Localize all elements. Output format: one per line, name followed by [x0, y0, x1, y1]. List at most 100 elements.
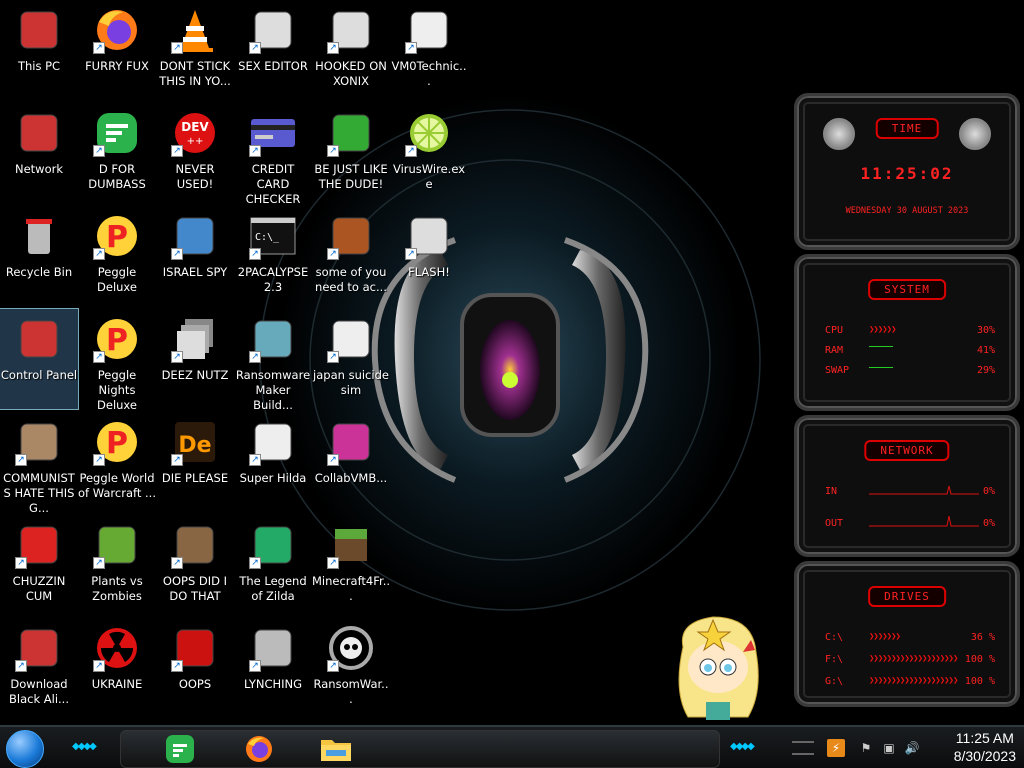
- desktop-icon-dont-stick-this-in-yo[interactable]: ↗ DONT STICK THIS IN YO...: [156, 0, 234, 100]
- spy-icon: ↗: [171, 212, 219, 260]
- desktop-icon-label: Peggle Deluxe: [97, 265, 137, 294]
- desktop-icon-israel-spy[interactable]: ↗ ISRAEL SPY: [156, 206, 234, 306]
- desktop-icon-label: Peggle Nights Deluxe: [97, 368, 137, 412]
- zelda-icon: ↗: [249, 521, 297, 569]
- desktop-icon-label: Minecraft4Fr...: [312, 574, 391, 603]
- time-gadget[interactable]: TIME 11:25:02 WEDNESDAY 30 AUGUST 2023: [794, 93, 1020, 250]
- show-hidden-icons-icon[interactable]: [792, 741, 814, 755]
- taskbar-firefox-app[interactable]: [241, 732, 277, 766]
- taskbar-file-explorer-app[interactable]: [318, 732, 354, 766]
- drive-f-label: F:\: [825, 653, 844, 665]
- desktop-icon-2pacalypse-2-3[interactable]: C:\_ ↗ 2PACALYPSE 2.3: [234, 206, 312, 306]
- taskbar-clock[interactable]: 11:25 AM 8/30/2023: [954, 729, 1016, 765]
- desktop-icon-hooked-on-xonix[interactable]: ↗ HOOKED ON XONIX: [312, 0, 390, 100]
- desktop-icon-label: LYNCHING: [243, 677, 303, 691]
- system-title: SYSTEM: [868, 279, 946, 300]
- desktop-icon-communists-hate-this-g[interactable]: ↗ COMMUNISTS HATE THIS G...: [0, 412, 78, 515]
- desktop-icon-recycle-bin[interactable]: Recycle Bin: [0, 206, 78, 306]
- desktop-icon-ransomwar[interactable]: ↗ RansomWar...: [312, 618, 390, 718]
- desktop-icon-lynching[interactable]: ↗ LYNCHING: [234, 618, 312, 718]
- desktop-icon-d-for-dumbass[interactable]: ↗ D FOR DUMBASS: [78, 103, 156, 203]
- desktop-icon-label: This PC: [17, 59, 61, 73]
- tray-volume-icon[interactable]: 🔊: [903, 739, 921, 757]
- desktop-icon-flash[interactable]: ↗ FLASH!: [390, 206, 468, 306]
- desktop-icon-super-hilda[interactable]: ↗ Super Hilda: [234, 412, 312, 512]
- text-icon: ↗: [327, 315, 375, 363]
- desktop-icon-label: Download Black Ali...: [9, 677, 69, 706]
- system-row-cpu: CPU ❯❯❯❯❯❯ 30%: [825, 323, 995, 337]
- green-icon: ↗: [93, 109, 141, 157]
- desktop-icon-ukraine[interactable]: ↗ UKRAINE: [78, 618, 156, 718]
- desktop-icon-be-just-like-the-dude[interactable]: ↗ BE JUST LIKE THE DUDE!: [312, 103, 390, 203]
- shortcut-arrow-icon: ↗: [327, 454, 339, 466]
- chuz-icon: ↗: [15, 521, 63, 569]
- desktop-icon-label: HOOKED ON XONIX: [315, 59, 387, 88]
- desktop[interactable]: This PC ↗ FURRY FUX ↗ DONT STICK THIS IN YO.…: [0, 0, 1024, 725]
- svg-text:C:\_: C:\_: [255, 232, 280, 243]
- desktop-icon-japan-suicide-sim[interactable]: ↗ japan suicide sim: [312, 309, 390, 409]
- desktop-icon-control-panel[interactable]: Control Panel: [0, 308, 79, 410]
- pink-icon: ↗: [327, 418, 375, 466]
- skull-icon: ↗: [327, 624, 375, 672]
- desktop-icon-ransomware-maker-build[interactable]: ↗ Ransomware Maker Build...: [234, 309, 312, 412]
- network-in-graph: [869, 485, 979, 495]
- shortcut-arrow-icon: ↗: [15, 557, 27, 569]
- xonix-icon: ↗: [327, 6, 375, 54]
- desktop-icon-credit-card-checker[interactable]: ↗ CREDIT CARD CHECKER: [234, 103, 312, 206]
- desktop-icon-minecraft4fr[interactable]: ↗ Minecraft4Fr...: [312, 515, 390, 615]
- desktop-icon-this-pc[interactable]: This PC: [0, 0, 78, 100]
- drive-row-c: C:\ ❯❯❯❯❯❯❯ 36 %: [825, 630, 995, 644]
- system-gadget[interactable]: SYSTEM CPU ❯❯❯❯❯❯ 30% RAM 41% SWAP 29%: [794, 254, 1020, 411]
- cmd-icon: C:\_ ↗: [249, 212, 297, 260]
- pixel-icon: ↗: [249, 418, 297, 466]
- dev-icon: DEV ++ ↗: [171, 109, 219, 157]
- shortcut-arrow-icon: ↗: [405, 248, 417, 260]
- desktop-icon-label: UKRAINE: [91, 677, 143, 691]
- system-ram-label: RAM: [825, 344, 844, 356]
- desktop-icon-furry-fux[interactable]: ↗ FURRY FUX: [78, 0, 156, 100]
- drives-gadget[interactable]: DRIVES C:\ ❯❯❯❯❯❯❯ 36 % F:\ ❯❯❯❯❯❯❯❯❯❯❯❯…: [794, 561, 1020, 707]
- network-gadget[interactable]: NETWORK IN 0% OUT 0%: [794, 415, 1020, 557]
- desktop-icon-never-used[interactable]: DEV ++ ↗ NEVER USED!: [156, 103, 234, 203]
- desktop-icon-collabvmb[interactable]: ↗ CollabVMB...: [312, 412, 390, 512]
- drive-g-bar: ❯❯❯❯❯❯❯❯❯❯❯❯❯❯❯❯❯❯❯❯: [869, 676, 958, 686]
- alien-icon: [959, 118, 991, 150]
- desktop-icon-die-please[interactable]: De ↗ DIE PLEASE: [156, 412, 234, 512]
- desktop-icon-label: CHUZZIN CUM: [12, 574, 66, 603]
- desktop-icon-download-black-ali[interactable]: ↗ Download Black Ali...: [0, 618, 78, 718]
- shortcut-arrow-icon: ↗: [249, 145, 261, 157]
- desktop-icon-network[interactable]: Network: [0, 103, 78, 203]
- desktop-icon-some-of-you-need-to-ac[interactable]: ↗ some of you need to ac...: [312, 206, 390, 306]
- desktop-icon-peggle-deluxe[interactable]: P ↗ Peggle Deluxe: [78, 206, 156, 306]
- taskbar-feedly-app[interactable]: [162, 732, 198, 766]
- desktop-icon-peggle-world-of-warcraft[interactable]: P ↗ Peggle World of Warcraft ...: [78, 412, 156, 512]
- desktop-icon-oops-did-i-do-that[interactable]: ↗ OOPS DID I DO THAT: [156, 515, 234, 615]
- desktop-icon-label: CollabVMB...: [314, 471, 388, 485]
- start-button[interactable]: [6, 730, 44, 768]
- desktop-icon-oops[interactable]: ↗ OOPS: [156, 618, 234, 718]
- shortcut-arrow-icon: ↗: [93, 145, 105, 157]
- tray-network-icon[interactable]: ▣: [880, 739, 898, 757]
- oops-icon: ↗: [171, 624, 219, 672]
- desktop-icon-vm0technic[interactable]: ↗ VM0Technic...: [390, 0, 468, 100]
- desktop-icon-chuzzin-cum[interactable]: ↗ CHUZZIN CUM: [0, 515, 78, 615]
- desktop-icon-the-legend-of-zilda[interactable]: ↗ The Legend of Zilda: [234, 515, 312, 615]
- drive-f-value: 100 %: [964, 653, 995, 665]
- system-swap-value: 29%: [976, 364, 995, 376]
- svg-text:DEV: DEV: [181, 120, 209, 134]
- desktop-icon-label: Peggle World of Warcraft ...: [78, 471, 156, 500]
- desktop-icon-deez-nutz[interactable]: ↗ DEEZ NUTZ: [156, 309, 234, 409]
- desktop-icon-peggle-nights-deluxe[interactable]: P ↗ Peggle Nights Deluxe: [78, 309, 156, 412]
- network-row-in: IN 0%: [825, 484, 995, 498]
- desktop-icon-label: Control Panel: [0, 368, 78, 382]
- desktop-icon-viruswire-exe[interactable]: ↗ VirusWire.exe: [390, 103, 468, 203]
- alien-icon: [823, 118, 855, 150]
- tray-app-icon[interactable]: ⚡: [827, 739, 845, 757]
- desktop-icon-sex-editor[interactable]: ↗ SEX EDITOR: [234, 0, 312, 100]
- tray-security-icon[interactable]: ⚑: [857, 739, 875, 757]
- desktop-icon-plants-vs-zombies[interactable]: ↗ Plants vs Zombies: [78, 515, 156, 615]
- lime-icon: ↗: [405, 109, 453, 157]
- svg-text:P: P: [106, 323, 128, 358]
- shortcut-arrow-icon: ↗: [93, 660, 105, 672]
- shortcut-arrow-icon: ↗: [249, 660, 261, 672]
